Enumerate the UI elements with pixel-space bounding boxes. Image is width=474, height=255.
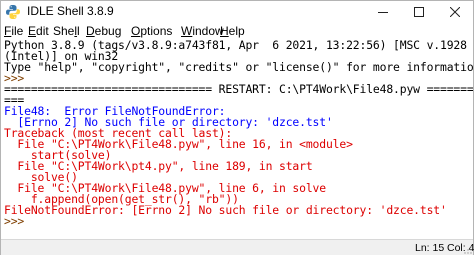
menu-help[interactable]: Help [220, 24, 245, 38]
resize-grip-icon[interactable] [464, 246, 472, 254]
window-title: IDLE Shell 3.8.9 [27, 4, 114, 18]
status-bar: Ln: 15 Col: 4 [1, 239, 474, 255]
title-bar[interactable]: IDLE Shell 3.8.9 [1, 1, 473, 23]
menu-bar: File Edit Shell Debug Options Window Hel… [1, 23, 473, 39]
restart-banner: =============================== RESTART:… [4, 82, 473, 96]
shell-prompt: >>> [4, 214, 31, 228]
line-number-status: Ln: 15 [415, 242, 445, 254]
python-logo-icon [6, 5, 20, 19]
menu-edit[interactable]: Edit [28, 24, 49, 38]
idle-shell-window: IDLE Shell 3.8.9 File Edit Shell Debug O… [0, 0, 474, 255]
shell-line: Type "help", "copyright", "credits" or "… [4, 60, 473, 74]
menu-shell[interactable]: Shell [53, 24, 80, 38]
minimize-button[interactable] [365, 1, 401, 23]
maximize-button[interactable] [401, 1, 437, 23]
close-icon [450, 7, 460, 17]
shell-text-area[interactable]: Python 3.8.9 (tags/v3.8.9:a743f81, Apr 6… [1, 39, 473, 239]
maximize-icon [414, 7, 424, 17]
menu-debug[interactable]: Debug [86, 24, 121, 38]
menu-window[interactable]: Window [181, 24, 224, 38]
minimize-icon [378, 12, 388, 13]
error-message-line: FileNotFoundError: [Errno 2] No such fil… [4, 203, 447, 217]
menu-options[interactable]: Options [131, 24, 172, 38]
close-button[interactable] [437, 1, 473, 23]
menu-file[interactable]: File [4, 24, 23, 38]
